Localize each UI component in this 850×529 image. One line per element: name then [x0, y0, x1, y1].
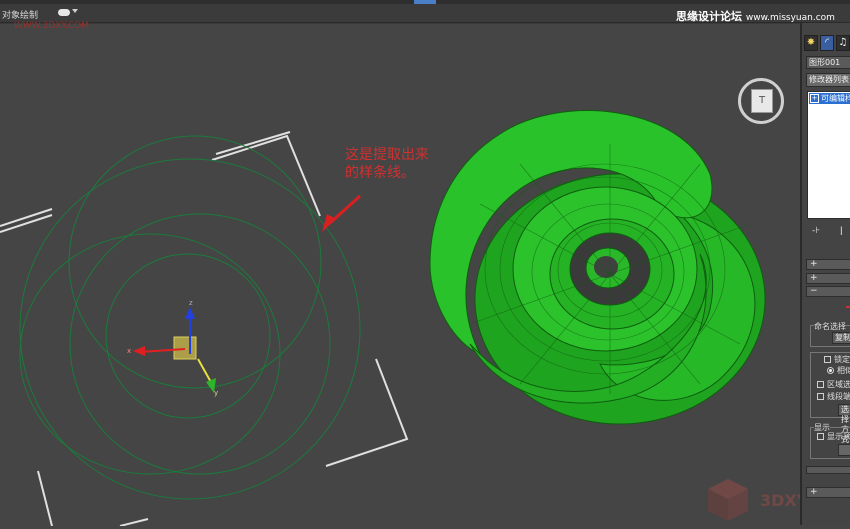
area-select-checkbox[interactable]	[817, 381, 824, 388]
annotation-line-1: 这是提取出来	[345, 147, 429, 163]
logo-cube-icon	[708, 479, 748, 521]
viewport-canvas[interactable]: z x y	[0, 24, 800, 526]
gizmo-y-label: y	[214, 389, 218, 397]
object-paint-label[interactable]: 对象绘制	[2, 8, 38, 21]
command-panel: ✸ ◜ ♫ 图形001 修改器列表 +可编辑样条线 -⊦ ǀ + + − 命名选…	[800, 23, 850, 525]
rollout-divider	[806, 466, 850, 474]
similar-radio[interactable]	[827, 367, 834, 374]
segment-end-checkbox[interactable]	[817, 393, 824, 400]
site-watermark: 思缘设计论坛 www.missyuan.com	[676, 8, 835, 24]
show-vertex-numbers-checkbox[interactable]	[817, 433, 824, 440]
gizmo-z-label: z	[189, 299, 193, 307]
annotation-text: 这是提取出来 的样条线。	[345, 146, 429, 182]
pin-stack-icon[interactable]: -⊦	[812, 226, 820, 236]
show-result-icon[interactable]: ǀ	[840, 226, 843, 236]
segment-end-label: 线段端点	[827, 392, 850, 401]
site-name: 思缘设计论坛	[676, 10, 742, 23]
gizmo-plane-handle	[173, 336, 197, 360]
modifier-list-dropdown[interactable]: 修改器列表	[806, 73, 850, 87]
select-by-button[interactable]: 选择方式	[838, 404, 850, 444]
rollout-geometry[interactable]: +	[806, 487, 850, 498]
hierarchy-tab-icon[interactable]: ♫	[836, 35, 850, 51]
annotation-arrow	[322, 194, 362, 232]
stack-item-label: 可编辑样条线	[821, 94, 850, 103]
modifier-stack[interactable]: +可编辑样条线	[807, 91, 850, 219]
viewcube[interactable]: T	[738, 78, 784, 124]
rollout-rendering[interactable]: +	[806, 259, 850, 270]
gizmo-z-arrow	[185, 307, 195, 319]
similar-label: 相似	[837, 366, 850, 375]
copy-button[interactable]: 复制	[832, 332, 850, 344]
gizmo-y-axis	[197, 358, 213, 385]
site-url: www.missyuan.com	[745, 13, 835, 23]
create-tab-icon[interactable]: ✸	[804, 35, 818, 51]
lock-handles-label: 锁定控制柄	[834, 355, 850, 364]
gizmo-x-arrow	[133, 346, 145, 356]
transform-gizmo[interactable]: z x y	[127, 299, 218, 397]
command-panel-tabs: ✸ ◜ ♫	[804, 35, 850, 53]
annotation-line-2: 的样条线。	[345, 165, 415, 181]
spline-circle-4	[105, 253, 271, 419]
area-select-label: 区域选择	[827, 380, 850, 389]
named-selection-label: 命名选择	[814, 321, 846, 332]
expand-icon[interactable]: +	[810, 94, 819, 103]
gizmo-x-label: x	[127, 347, 131, 355]
red-marker	[846, 306, 850, 308]
display-option-button[interactable]	[838, 444, 850, 456]
active-tool-indicator[interactable]	[414, 0, 436, 4]
bounding-brackets	[0, 131, 409, 526]
lock-handles-checkbox[interactable]	[824, 356, 831, 363]
modify-tab-icon[interactable]: ◜	[820, 35, 834, 51]
stack-item-editable-spline[interactable]: +可编辑样条线	[809, 93, 850, 104]
green-knot-mesh[interactable]	[429, 110, 766, 425]
rollout-interpolation[interactable]: +	[806, 273, 850, 284]
viewcube-face[interactable]: T	[751, 89, 773, 113]
eye-icon[interactable]	[58, 9, 70, 16]
stack-tools-row: -⊦ ǀ	[806, 226, 850, 240]
bracket-top-right	[211, 134, 321, 217]
object-name-field[interactable]: 图形001	[806, 56, 850, 69]
bracket-bottom-left	[37, 470, 53, 526]
main-toolbar: 对象绘制 思缘设计论坛 www.missyuan.com	[0, 0, 850, 23]
dropdown-arrow-icon[interactable]	[72, 9, 78, 13]
perspective-viewport[interactable]: WWW.3DXY.COM z x y 这是提取出来 的样条线。 T	[0, 21, 850, 526]
show-vertex-numbers-label: 显示顶点编号	[827, 432, 850, 441]
rollout-selection[interactable]: −	[806, 286, 850, 297]
